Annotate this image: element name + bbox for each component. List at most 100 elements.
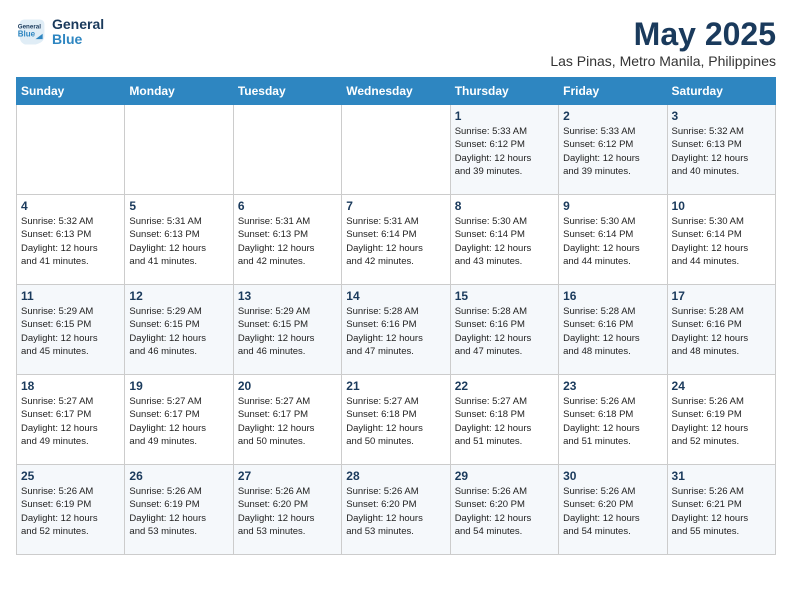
day-number: 21	[346, 379, 445, 393]
calendar-cell: 16Sunrise: 5:28 AM Sunset: 6:16 PM Dayli…	[559, 285, 667, 375]
calendar-cell: 13 Sunrise: 5:29 AM Sunset: 6:15 PM Dayli…	[233, 285, 341, 375]
day-number: 20	[238, 379, 337, 393]
day-info: Sunrise: 5:26 AM Sunset: 6:20 PM Dayligh…	[238, 485, 337, 538]
calendar-cell	[233, 105, 341, 195]
day-number: 11	[21, 289, 120, 303]
day-info: Sunrise: 5:27 AM Sunset: 6:18 PM Dayligh…	[455, 395, 554, 448]
calendar-cell: 25 Sunrise: 5:26 AM Sunset: 6:19 PM Dayli…	[17, 465, 125, 555]
calendar-cell: 6Sunrise: 5:31 AM Sunset: 6:13 PM Daylig…	[233, 195, 341, 285]
calendar-header-friday: Friday	[559, 78, 667, 105]
calendar-cell: 9Sunrise: 5:30 AM Sunset: 6:14 PM Daylig…	[559, 195, 667, 285]
calendar-header-sunday: Sunday	[17, 78, 125, 105]
day-number: 29	[455, 469, 554, 483]
calendar-week-3: 11 Sunrise: 5:29 AM Sunset: 6:15 PM Dayli…	[17, 285, 776, 375]
calendar-cell: 14 Sunrise: 5:28 AM Sunset: 6:16 PM Dayli…	[342, 285, 450, 375]
calendar-cell	[17, 105, 125, 195]
day-number: 18	[21, 379, 120, 393]
calendar-week-2: 4 Sunrise: 5:32 AM Sunset: 6:13 PM Daylig…	[17, 195, 776, 285]
calendar-cell	[125, 105, 233, 195]
calendar-cell: 1Sunrise: 5:33 AM Sunset: 6:12 PM Daylig…	[450, 105, 558, 195]
day-number: 8	[455, 199, 554, 213]
day-number: 4	[21, 199, 120, 213]
day-number: 13	[238, 289, 337, 303]
day-info: Sunrise: 5:26 AM Sunset: 6:18 PM Dayligh…	[563, 395, 662, 448]
day-number: 17	[672, 289, 771, 303]
day-info: Sunrise: 5:33 AM Sunset: 6:12 PM Dayligh…	[455, 125, 554, 178]
calendar-cell: 8 Sunrise: 5:30 AM Sunset: 6:14 PM Daylig…	[450, 195, 558, 285]
calendar-header-row: SundayMondayTuesdayWednesdayThursdayFrid…	[17, 78, 776, 105]
calendar-cell: 11 Sunrise: 5:29 AM Sunset: 6:15 PM Dayli…	[17, 285, 125, 375]
logo-icon: General Blue	[16, 16, 48, 48]
calendar-cell: 15 Sunrise: 5:28 AM Sunset: 6:16 PM Dayli…	[450, 285, 558, 375]
day-number: 24	[672, 379, 771, 393]
calendar-cell: 21Sunrise: 5:27 AM Sunset: 6:18 PM Dayli…	[342, 375, 450, 465]
day-info: Sunrise: 5:27 AM Sunset: 6:17 PM Dayligh…	[21, 395, 120, 448]
day-number: 30	[563, 469, 662, 483]
calendar-week-1: 1Sunrise: 5:33 AM Sunset: 6:12 PM Daylig…	[17, 105, 776, 195]
day-info: Sunrise: 5:28 AM Sunset: 6:16 PM Dayligh…	[346, 305, 445, 358]
day-number: 3	[672, 109, 771, 123]
calendar-cell: 18 Sunrise: 5:27 AM Sunset: 6:17 PM Dayli…	[17, 375, 125, 465]
calendar-cell: 22 Sunrise: 5:27 AM Sunset: 6:18 PM Dayli…	[450, 375, 558, 465]
calendar-header-monday: Monday	[125, 78, 233, 105]
calendar-cell: 26Sunrise: 5:26 AM Sunset: 6:19 PM Dayli…	[125, 465, 233, 555]
day-number: 14	[346, 289, 445, 303]
day-number: 23	[563, 379, 662, 393]
day-info: Sunrise: 5:32 AM Sunset: 6:13 PM Dayligh…	[672, 125, 771, 178]
day-number: 9	[563, 199, 662, 213]
day-number: 25	[21, 469, 120, 483]
day-number: 7	[346, 199, 445, 213]
calendar-header-thursday: Thursday	[450, 78, 558, 105]
calendar-week-5: 25 Sunrise: 5:26 AM Sunset: 6:19 PM Dayli…	[17, 465, 776, 555]
title-area: May 2025 Las Pinas, Metro Manila, Philip…	[550, 16, 776, 69]
day-number: 2	[563, 109, 662, 123]
day-number: 31	[672, 469, 771, 483]
calendar-cell: 30 Sunrise: 5:26 AM Sunset: 6:20 PM Dayli…	[559, 465, 667, 555]
day-info: Sunrise: 5:31 AM Sunset: 6:14 PM Dayligh…	[346, 215, 445, 268]
calendar-cell: 10Sunrise: 5:30 AM Sunset: 6:14 PM Dayli…	[667, 195, 775, 285]
day-number: 5	[129, 199, 228, 213]
calendar-cell: 17 Sunrise: 5:28 AM Sunset: 6:16 PM Dayli…	[667, 285, 775, 375]
day-info: Sunrise: 5:29 AM Sunset: 6:15 PM Dayligh…	[238, 305, 337, 358]
day-info: Sunrise: 5:30 AM Sunset: 6:14 PM Dayligh…	[672, 215, 771, 268]
day-number: 27	[238, 469, 337, 483]
day-info: Sunrise: 5:32 AM Sunset: 6:13 PM Dayligh…	[21, 215, 120, 268]
day-number: 26	[129, 469, 228, 483]
header: General Blue General Blue May 2025 Las P…	[16, 16, 776, 69]
day-info: Sunrise: 5:26 AM Sunset: 6:19 PM Dayligh…	[672, 395, 771, 448]
calendar-cell: 19Sunrise: 5:27 AM Sunset: 6:17 PM Dayli…	[125, 375, 233, 465]
main-title: May 2025	[550, 16, 776, 53]
day-number: 12	[129, 289, 228, 303]
calendar-cell: 29 Sunrise: 5:26 AM Sunset: 6:20 PM Dayli…	[450, 465, 558, 555]
day-info: Sunrise: 5:26 AM Sunset: 6:19 PM Dayligh…	[21, 485, 120, 538]
day-info: Sunrise: 5:28 AM Sunset: 6:16 PM Dayligh…	[455, 305, 554, 358]
calendar-cell: 28Sunrise: 5:26 AM Sunset: 6:20 PM Dayli…	[342, 465, 450, 555]
calendar-week-4: 18 Sunrise: 5:27 AM Sunset: 6:17 PM Dayli…	[17, 375, 776, 465]
day-info: Sunrise: 5:27 AM Sunset: 6:17 PM Dayligh…	[238, 395, 337, 448]
day-info: Sunrise: 5:26 AM Sunset: 6:20 PM Dayligh…	[346, 485, 445, 538]
day-number: 15	[455, 289, 554, 303]
calendar-cell: 12 Sunrise: 5:29 AM Sunset: 6:15 PM Dayli…	[125, 285, 233, 375]
calendar-header-saturday: Saturday	[667, 78, 775, 105]
day-info: Sunrise: 5:29 AM Sunset: 6:15 PM Dayligh…	[21, 305, 120, 358]
day-info: Sunrise: 5:30 AM Sunset: 6:14 PM Dayligh…	[455, 215, 554, 268]
day-number: 19	[129, 379, 228, 393]
day-number: 16	[563, 289, 662, 303]
calendar-cell: 24 Sunrise: 5:26 AM Sunset: 6:19 PM Dayli…	[667, 375, 775, 465]
calendar-table: SundayMondayTuesdayWednesdayThursdayFrid…	[16, 77, 776, 555]
calendar-cell: 4 Sunrise: 5:32 AM Sunset: 6:13 PM Daylig…	[17, 195, 125, 285]
calendar-cell: 23 Sunrise: 5:26 AM Sunset: 6:18 PM Dayli…	[559, 375, 667, 465]
day-info: Sunrise: 5:28 AM Sunset: 6:16 PM Dayligh…	[672, 305, 771, 358]
calendar-header-tuesday: Tuesday	[233, 78, 341, 105]
day-info: Sunrise: 5:29 AM Sunset: 6:15 PM Dayligh…	[129, 305, 228, 358]
day-info: Sunrise: 5:33 AM Sunset: 6:12 PM Dayligh…	[563, 125, 662, 178]
day-info: Sunrise: 5:26 AM Sunset: 6:20 PM Dayligh…	[563, 485, 662, 538]
logo-blue: Blue	[52, 32, 104, 47]
day-number: 22	[455, 379, 554, 393]
calendar-cell: 2 Sunrise: 5:33 AM Sunset: 6:12 PM Daylig…	[559, 105, 667, 195]
day-info: Sunrise: 5:26 AM Sunset: 6:21 PM Dayligh…	[672, 485, 771, 538]
day-info: Sunrise: 5:26 AM Sunset: 6:20 PM Dayligh…	[455, 485, 554, 538]
day-info: Sunrise: 5:31 AM Sunset: 6:13 PM Dayligh…	[129, 215, 228, 268]
day-info: Sunrise: 5:31 AM Sunset: 6:13 PM Dayligh…	[238, 215, 337, 268]
calendar-cell: 27 Sunrise: 5:26 AM Sunset: 6:20 PM Dayli…	[233, 465, 341, 555]
